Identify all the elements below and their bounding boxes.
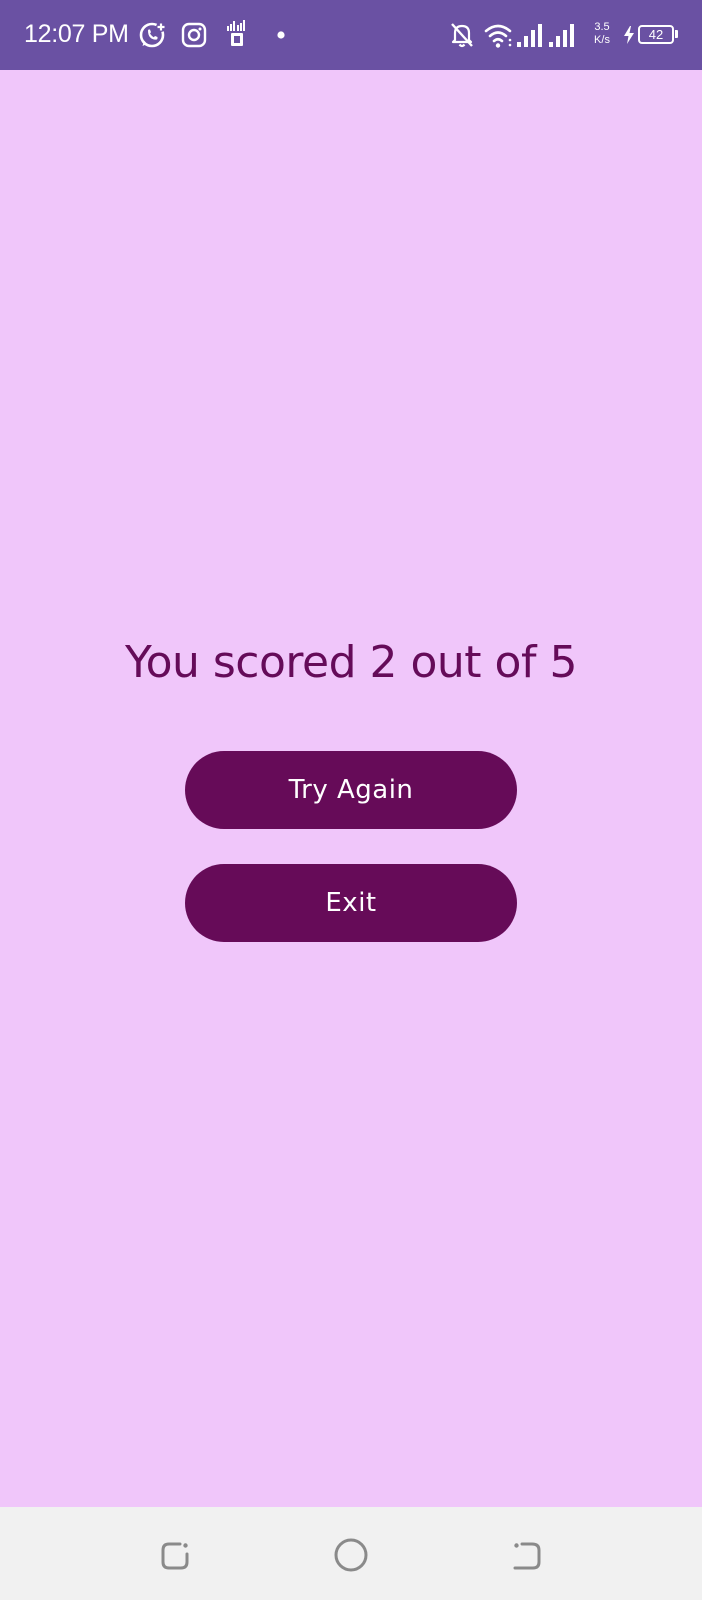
home-icon[interactable] bbox=[333, 1537, 369, 1573]
battery-level: 42 bbox=[648, 27, 664, 42]
status-bar: 12:07 PM 3.5 K/s 42 bbox=[0, 0, 702, 70]
instagram-icon bbox=[181, 22, 207, 48]
recents-icon[interactable] bbox=[158, 1539, 192, 1573]
exit-button[interactable]: Exit bbox=[185, 864, 517, 942]
notifications-muted-icon bbox=[451, 23, 473, 48]
try-again-button[interactable]: Try Again bbox=[185, 751, 517, 829]
whatsapp-business-icon bbox=[139, 22, 166, 48]
score-text: You scored 2 out of 5 bbox=[125, 637, 577, 688]
net-speed-unit: K/s bbox=[594, 34, 610, 46]
net-speed-indicator: 3.5 K/s bbox=[589, 21, 615, 47]
charging-bolt-icon bbox=[624, 26, 634, 44]
net-speed-value: 3.5 bbox=[594, 21, 610, 33]
sim-card-icon bbox=[227, 20, 245, 46]
notification-dot-icon bbox=[277, 31, 285, 39]
wifi-icon bbox=[484, 24, 512, 48]
battery-nub bbox=[675, 30, 678, 38]
navigation-bar bbox=[0, 1507, 702, 1600]
battery-icon: 42 bbox=[638, 25, 674, 44]
signal-strength-icon bbox=[517, 24, 542, 47]
signal-strength-icon bbox=[549, 24, 574, 47]
quiz-result-screen: You scored 2 out of 5 Try Again Exit bbox=[0, 70, 702, 1507]
back-icon[interactable] bbox=[510, 1539, 544, 1573]
status-time: 12:07 PM bbox=[24, 20, 129, 48]
